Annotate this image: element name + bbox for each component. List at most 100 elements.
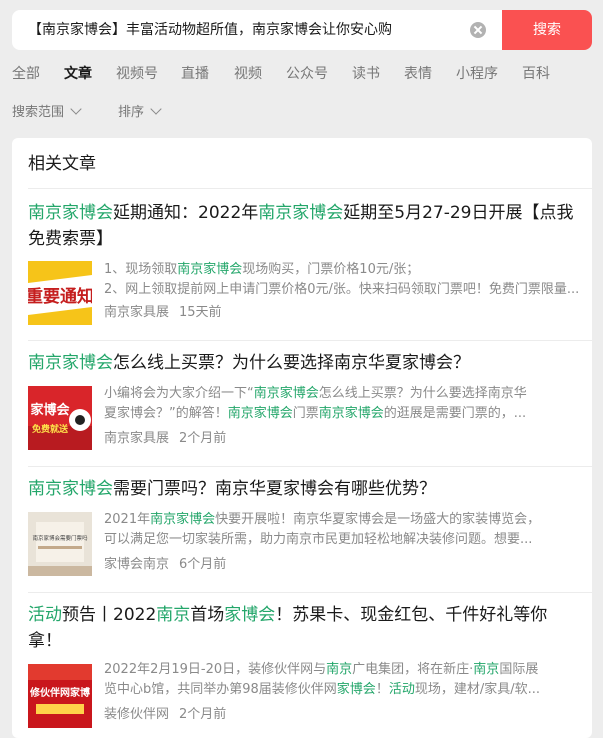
tab-2[interactable]: 视频号 xyxy=(116,64,158,84)
search-scope-filter[interactable]: 搜索范围 xyxy=(12,103,82,122)
tab-5[interactable]: 公众号 xyxy=(286,64,328,84)
text-segment: 可以满足您一切家装所需，助力南京市民更加轻松地解决装修问题。想要... xyxy=(104,532,533,547)
chevron-down-icon xyxy=(150,103,162,115)
section-title: 相关文章 xyxy=(28,154,96,174)
highlight-text: 南京家博会 xyxy=(318,406,384,421)
text-segment: 快要开展啦！南京华夏家博会是一场盛大的家装博览会， xyxy=(215,512,541,527)
result-thumbnail[interactable]: 南京家博会需要门票吗 xyxy=(28,512,92,576)
highlight-text: 南京 xyxy=(326,662,353,677)
search-input[interactable]: 【南京家博会】丰富活动物超所值，南京家博会让你安心购 xyxy=(28,10,392,50)
sort-label: 排序 xyxy=(118,105,145,120)
thumbnail-text: 重要通知 xyxy=(28,286,92,307)
snippet-line: 2021年南京家博会快要开展啦！南京华夏家博会是一场盛大的家装博览会， xyxy=(104,510,580,530)
result-thumbnail[interactable]: 家博会 免费就送 xyxy=(28,386,92,450)
highlight-text: 南京家博会 xyxy=(177,262,243,277)
result-thumbnail[interactable]: 重要通知 xyxy=(28,261,92,325)
text-segment: 怎么线上买票？为什么要选择南京华夏家博会？ xyxy=(113,353,470,373)
highlight-text: 南京家博会 xyxy=(227,406,293,421)
thumbnail-graphic: 家博会免费就送 xyxy=(28,386,92,450)
divider xyxy=(28,188,592,189)
snippet-line: 可以满足您一切家装所需，助力南京市民更加轻松地解决装修问题。想要... xyxy=(104,530,580,550)
tab-6[interactable]: 读书 xyxy=(352,64,380,84)
highlight-text: 南京家博会 xyxy=(253,386,319,401)
text-segment: 小编将会为大家介绍一下“ xyxy=(104,386,254,401)
result-snippet: 1、现场领取南京家博会现场购买，门票价格10元/张； 2、网上领取提前网上申请门票… xyxy=(104,260,580,300)
highlight-text: 南京 xyxy=(156,605,191,625)
text-segment: ！ xyxy=(375,682,389,697)
text-segment: 门票 xyxy=(292,406,319,421)
text-segment: 2022年2月19日-20日，装修伙伴网与 xyxy=(104,662,327,677)
result-title[interactable]: 南京家博会怎么线上买票？为什么要选择南京华夏家博会？ xyxy=(28,350,580,376)
text-segment: 夏家博会？”的解答！ xyxy=(104,406,228,421)
text-segment: 现场购买，门票价格10元/张； xyxy=(242,262,420,277)
result-time: 6个月前 xyxy=(179,557,227,572)
highlight-text: 活动 xyxy=(388,682,415,697)
clear-icon[interactable] xyxy=(470,22,486,38)
tab-3[interactable]: 直播 xyxy=(181,64,209,84)
tab-9[interactable]: 百科 xyxy=(522,64,550,84)
result-title[interactable]: 活动预告丨2022南京首场家博会！苏果卡、现金红包、千件好礼等你拿！ xyxy=(28,602,580,654)
snippet-line: 2、网上领取提前网上申请门票价格0元/张。快来扫码领取门票吧！免费门票限量... xyxy=(104,280,580,300)
divider xyxy=(28,592,592,593)
thumbnail-subtext: 免费就送 xyxy=(32,423,69,435)
text-segment: 延期通知：2022年 xyxy=(113,203,259,223)
highlight-text: 南京家博会 xyxy=(258,203,344,223)
text-segment: 1、现场领取 xyxy=(104,262,178,277)
snippet-line: 1、现场领取南京家博会现场购买，门票价格10元/张； xyxy=(104,260,580,280)
text-segment: 需要门票吗？南京华夏家博会有哪些优势？ xyxy=(113,479,436,499)
result-source[interactable]: 家博会南京 xyxy=(104,557,169,572)
thumbnail-graphic: 重要通知 xyxy=(28,261,92,325)
search-button[interactable]: 搜索 xyxy=(502,10,592,50)
snippet-line: 览中心b馆，共同举办第98届装修伙伴网家博会！活动现场，建材/家具/软... xyxy=(104,680,580,700)
highlight-text: 家博会 xyxy=(224,605,276,625)
thumbnail-graphic: 修伙伴网家博 xyxy=(28,664,92,728)
highlight-text: 南京家博会 xyxy=(150,512,216,527)
tab-8[interactable]: 小程序 xyxy=(456,64,498,84)
highlight-text: 南京家博会 xyxy=(28,203,113,223)
result-time: 15天前 xyxy=(179,305,222,320)
search-scope-label: 搜索范围 xyxy=(12,105,65,120)
divider xyxy=(28,340,592,341)
result-meta: 家博会南京 6个月前 xyxy=(104,556,226,574)
result-title[interactable]: 南京家博会需要门票吗？南京华夏家博会有哪些优势？ xyxy=(28,476,580,502)
result-thumbnail[interactable]: 修伙伴网家博 xyxy=(28,664,92,728)
highlight-text: 南京家博会 xyxy=(28,479,113,499)
result-source[interactable]: 南京家具展 xyxy=(104,305,169,320)
thumbnail-graphic: 南京家博会需要门票吗 xyxy=(28,512,92,576)
highlight-text: 南京 xyxy=(473,662,500,677)
snippet-line: 夏家博会？”的解答！南京家博会门票南京家博会的逛展是需要门票的，... xyxy=(104,404,580,424)
result-snippet: 小编将会为大家介绍一下“南京家博会怎么线上买票？为什么要选择南京华 夏家博会？”的… xyxy=(104,384,580,424)
text-segment: 国际展 xyxy=(499,662,539,677)
tab-7[interactable]: 表情 xyxy=(404,64,432,84)
text-segment: 广电集团，将在新庄· xyxy=(352,662,474,677)
chevron-down-icon xyxy=(70,103,82,115)
text-segment: 2021年 xyxy=(104,512,151,527)
text-segment: 现场，建材/家具/软... xyxy=(414,682,541,697)
thumbnail-text: 南京家博会需要门票吗 xyxy=(32,534,88,542)
result-snippet: 2022年2月19日-20日，装修伙伴网与南京广电集团，将在新庄·南京国际展 览中… xyxy=(104,660,580,700)
text-segment: 首场 xyxy=(190,605,225,625)
highlight-text: 南京家博会 xyxy=(28,353,113,373)
snippet-line: 小编将会为大家介绍一下“南京家博会怎么线上买票？为什么要选择南京华 xyxy=(104,384,580,404)
result-source[interactable]: 装修伙伴网 xyxy=(104,707,169,722)
result-source[interactable]: 南京家具展 xyxy=(104,431,169,446)
result-time: 2个月前 xyxy=(179,707,227,722)
tab-4[interactable]: 视频 xyxy=(234,64,262,84)
thumbnail-text: 家博会 xyxy=(30,402,70,418)
text-segment: 预告丨2022 xyxy=(62,605,157,625)
tab-0[interactable]: 全部 xyxy=(12,64,40,84)
result-title[interactable]: 南京家博会延期通知：2022年南京家博会延期至5月27-29日开展【点我免费索票… xyxy=(28,200,580,252)
result-snippet: 2021年南京家博会快要开展啦！南京华夏家博会是一场盛大的家装博览会， 可以满足您… xyxy=(104,510,580,550)
result-time: 2个月前 xyxy=(179,431,227,446)
divider xyxy=(28,466,592,467)
search-bar: 【南京家博会】丰富活动物超所值，南京家博会让你安心购 搜索 xyxy=(12,10,592,50)
tab-1[interactable]: 文章 xyxy=(64,64,92,84)
result-meta: 装修伙伴网 2个月前 xyxy=(104,706,226,724)
text-segment: 览中心b馆，共同举办第98届装修伙伴网 xyxy=(104,682,337,697)
text-segment: 的逛展是需要门票的，... xyxy=(383,406,527,421)
text-segment: 2、网上领取提前网上申请门票价格0元/张。快来扫码领取门票吧！免费门票限量... xyxy=(104,282,580,297)
result-meta: 南京家具展 15天前 xyxy=(104,304,222,322)
sort-filter[interactable]: 排序 xyxy=(118,103,162,122)
thumbnail-text: 修伙伴网家博 xyxy=(29,686,90,699)
highlight-text: 活动 xyxy=(28,605,62,625)
